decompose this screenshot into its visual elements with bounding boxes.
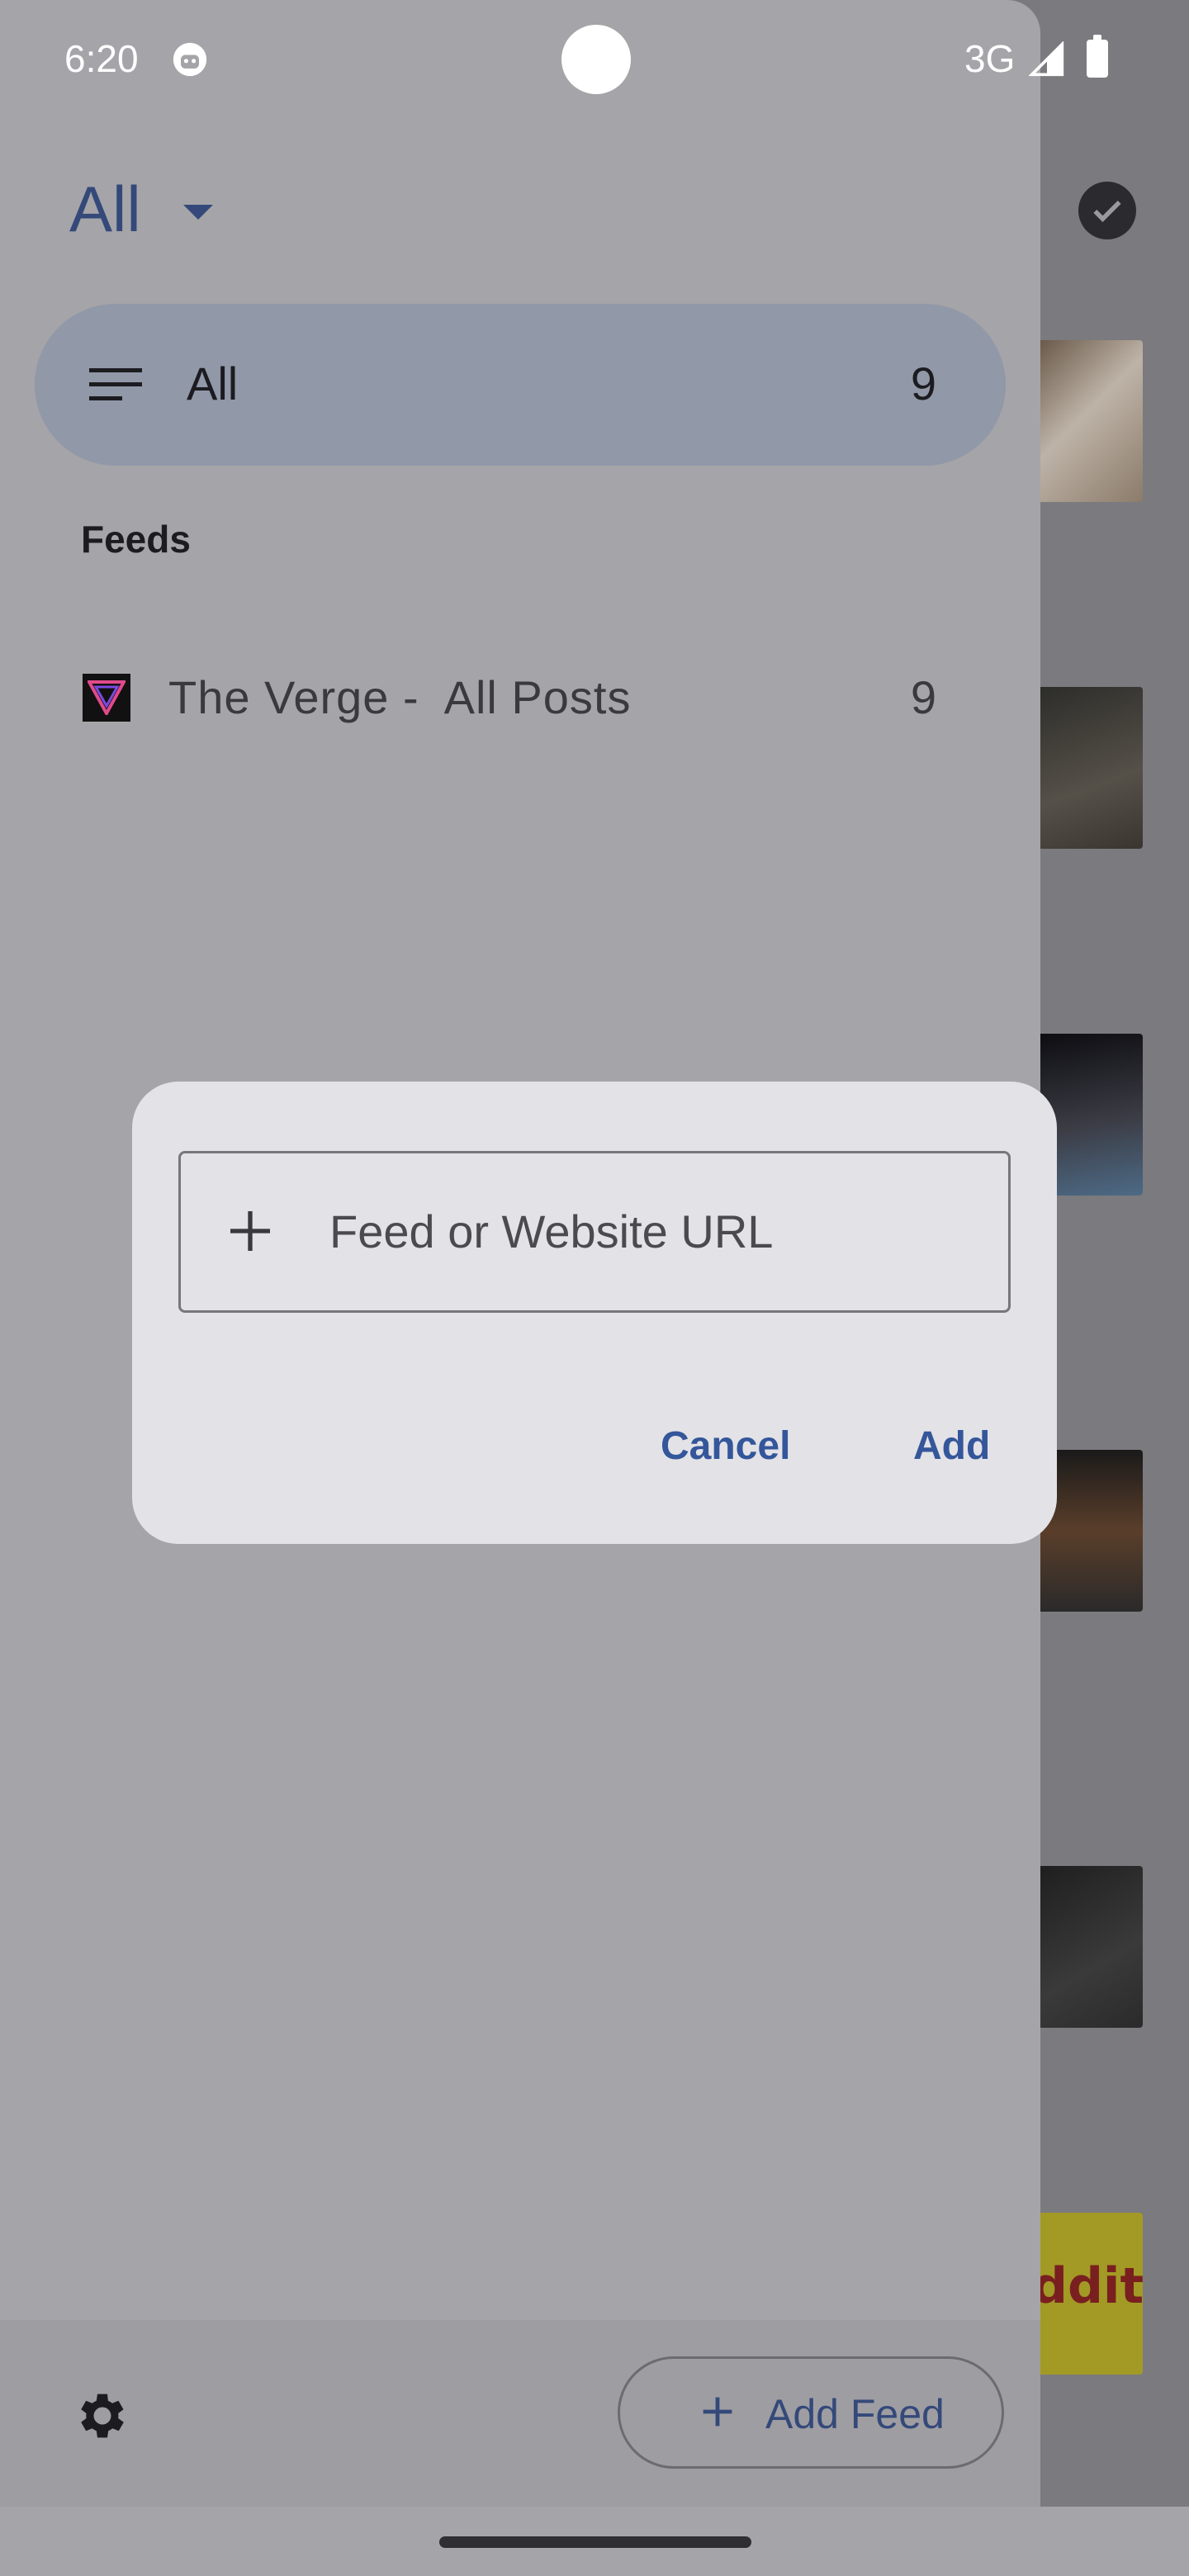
feed-item[interactable]: The Verge - All Posts 9 (35, 627, 1006, 768)
nav-item-count: 9 (910, 358, 936, 410)
cancel-button[interactable]: Cancel (661, 1423, 790, 1469)
article-thumbnail[interactable] (1040, 687, 1143, 849)
chevron-down-icon[interactable] (183, 205, 213, 220)
signal-icon (1029, 41, 1064, 77)
feed-url-input[interactable] (329, 1196, 973, 1266)
notification-app-icon (173, 42, 207, 77)
add-feed-button[interactable]: Add Feed (618, 2356, 1004, 2469)
feed-title: The Verge - All Posts (168, 671, 632, 723)
article-thumbnail[interactable]: ddit (1040, 2213, 1143, 2375)
list-icon (89, 368, 142, 400)
add-feed-dialog: Cancel Add (132, 1082, 1057, 1544)
section-header-feeds: Feeds (81, 518, 191, 561)
feed-url-field[interactable] (178, 1151, 1011, 1313)
article-thumbnail[interactable] (1040, 340, 1143, 502)
plus-icon (703, 2397, 732, 2427)
battery-icon (1087, 35, 1108, 78)
plus-icon (230, 1211, 270, 1251)
add-feed-label: Add Feed (765, 2391, 945, 2437)
nav-item-label: All (187, 358, 239, 410)
verge-logo-icon (83, 674, 130, 722)
network-type: 3G (964, 37, 1016, 80)
status-time: 6:20 (64, 37, 139, 80)
gear-icon[interactable] (73, 2386, 132, 2446)
status-bar: 6:20 3G (0, 0, 1189, 124)
drawer-bottom-bar: Add Feed (0, 2320, 1040, 2507)
system-navigation-bar (0, 2507, 1189, 2576)
home-indicator[interactable] (439, 2536, 751, 2548)
add-button[interactable]: Add (913, 1423, 990, 1469)
camera-cutout (561, 25, 631, 94)
feed-unread-count: 9 (910, 671, 936, 723)
nav-item-all[interactable]: All 9 (35, 304, 1006, 466)
mark-all-read-icon[interactable] (1078, 182, 1136, 239)
drawer-title[interactable]: All (69, 172, 141, 247)
article-thumbnail[interactable] (1040, 1866, 1143, 2028)
